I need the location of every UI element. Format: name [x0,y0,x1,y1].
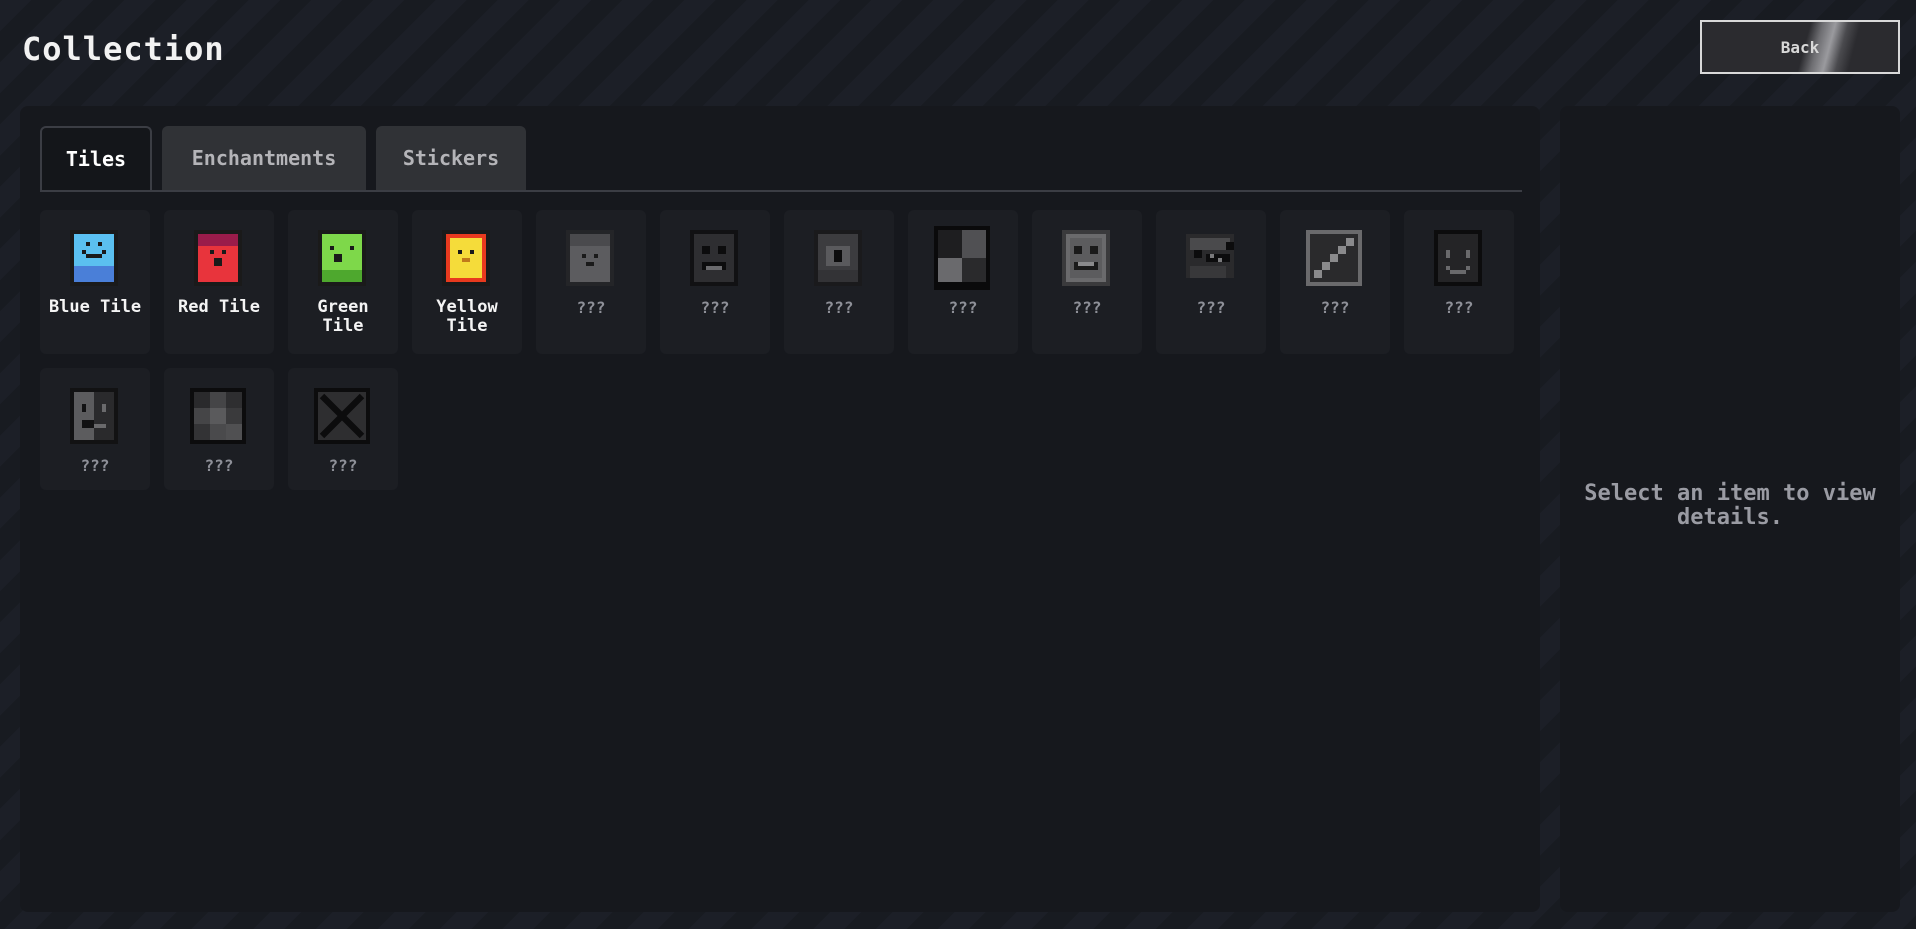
tab-enchantments[interactable]: Enchantments [162,126,366,190]
item-card-locked[interactable]: ??? [1280,210,1390,354]
item-card-locked[interactable]: ??? [40,368,150,490]
locked-smile-icon [1426,226,1490,290]
green-tile-icon [310,226,374,290]
item-card-locked[interactable]: ??? [1032,210,1142,354]
item-label: ??? [576,298,606,317]
item-label: ??? [1444,298,1474,317]
tab-stickers[interactable]: Stickers [376,126,526,190]
item-label: Yellow Tile [436,297,498,336]
tab-tiles[interactable]: Tiles [40,126,152,190]
item-label: ??? [1072,298,1102,317]
blue-tile-icon [62,226,126,290]
yellow-tile-icon [434,226,498,290]
red-tile-icon [186,226,250,290]
item-card-blue-tile[interactable]: Blue Tile [40,210,150,354]
locked-eye-icon [806,226,870,290]
item-label: ??? [824,298,854,317]
item-card-locked[interactable]: ??? [1404,210,1514,354]
item-card-locked[interactable]: ??? [288,368,398,490]
item-label: ??? [948,298,978,317]
item-card-locked[interactable]: ??? [660,210,770,354]
item-card-green-tile[interactable]: Green Tile [288,210,398,354]
item-label: Blue Tile [48,297,142,317]
item-label: ??? [700,298,730,317]
item-card-locked[interactable]: ??? [536,210,646,354]
page-title: Collection [22,30,225,68]
locked-jaw-icon [1178,226,1242,290]
locked-slash-icon [1302,226,1366,290]
locked-dark-face-icon [682,226,746,290]
item-label: ??? [204,456,234,475]
detail-panel: Select an item to view details. [1560,106,1900,912]
item-card-locked[interactable]: ??? [1156,210,1266,354]
locked-blur-icon [186,384,250,448]
item-card-locked[interactable]: ??? [908,210,1018,354]
item-label: Green Tile [317,297,369,336]
item-label: ??? [328,456,358,475]
item-card-yellow-tile[interactable]: Yellow Tile [412,210,522,354]
tab-bar: Tiles Enchantments Stickers [40,126,1522,192]
item-label: ??? [1320,298,1350,317]
locked-checker-icon [930,226,994,290]
detail-placeholder: Select an item to view details. [1584,481,1876,530]
back-button[interactable]: Back [1700,20,1900,74]
item-card-locked[interactable]: ??? [784,210,894,354]
item-card-locked[interactable]: ??? [164,368,274,490]
item-label: ??? [1196,298,1226,317]
item-card-red-tile[interactable]: Red Tile [164,210,274,354]
locked-cross-icon [310,384,374,448]
item-label: ??? [80,456,110,475]
collection-panel: Tiles Enchantments Stickers Blue Tile Re… [20,106,1540,912]
item-label: Red Tile [178,297,260,317]
locked-grin-icon [1054,226,1118,290]
locked-gray-face-icon [558,226,622,290]
locked-half-face-icon [62,384,126,448]
